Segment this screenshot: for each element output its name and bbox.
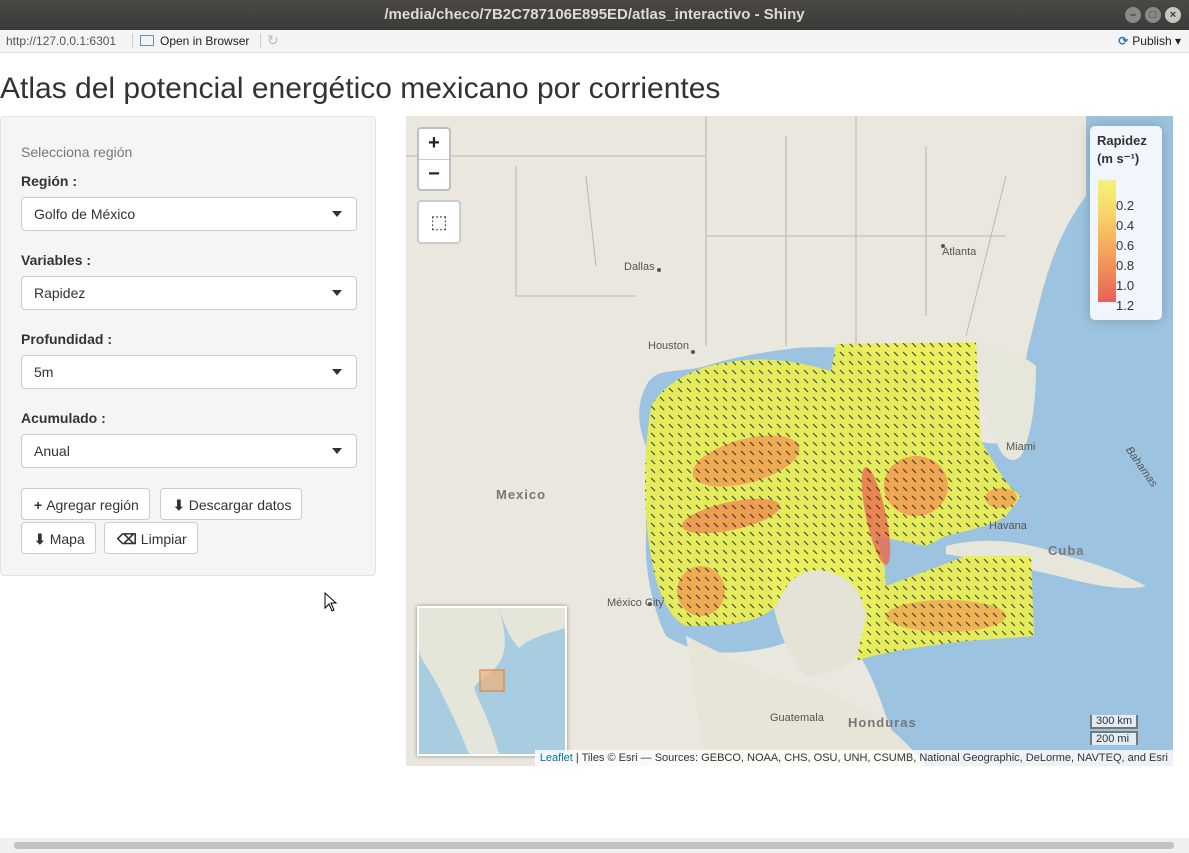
toolbar-divider [132,34,133,48]
map-label-dallas: Dallas [624,261,655,273]
legend-tick: 0.4 [1116,218,1135,233]
variables-select[interactable]: Rapidez [21,276,357,310]
city-dot [691,350,695,354]
chevron-down-icon [332,211,342,217]
refresh-icon[interactable]: ↻ [267,32,279,49]
maximize-button[interactable]: □ [1145,7,1161,23]
legend-title-unit: (m s⁻¹) [1097,151,1140,166]
add-region-label: Agregar región [46,497,139,513]
leaflet-map[interactable]: Dallas Houston Atlanta Miami Havana Cuba… [406,116,1173,766]
download-data-button[interactable]: ⬇ Descargar datos [160,488,303,520]
chevron-down-icon: ▾ [1174,34,1181,48]
accumulated-value: Anual [34,443,70,459]
eraser-icon: ⌫ [117,531,137,547]
zoom-control: + − [417,127,451,191]
browser-icon [140,35,154,46]
accumulated-label: Acumulado : [21,410,106,426]
minimize-button[interactable]: – [1125,7,1141,23]
depth-value: 5m [34,364,54,380]
minimap-basemap [419,608,565,754]
map-label-mexico-city: México City [607,597,664,609]
legend-tick: 0.8 [1116,258,1135,273]
add-region-button[interactable]: + Agregar región [21,488,150,520]
leaflet-link[interactable]: Leaflet [540,752,573,764]
chevron-down-icon [332,448,342,454]
download-icon: ⬇ [173,497,185,513]
map-label-miami: Miami [1006,441,1036,453]
map-label-honduras: Honduras [848,715,917,730]
zoom-in-button[interactable]: + [419,129,449,160]
region-value: Golfo de México [34,206,136,222]
map-download-label: Mapa [49,531,85,547]
plus-icon: + [34,497,43,513]
open-in-browser-label: Open in Browser [160,34,250,48]
legend-tick: 0.6 [1116,238,1135,253]
publish-label: Publish [1132,34,1172,48]
clear-label: Limpiar [140,531,187,547]
close-button[interactable]: × [1165,7,1181,23]
open-in-browser-button[interactable]: Open in Browser [140,34,249,48]
legend-tick: 1.2 [1116,298,1135,313]
scale-mi: 200 mi [1090,731,1139,745]
legend-title-line1: Rapidez [1097,133,1147,148]
legend-colorbar [1098,180,1116,302]
publish-icon: ⟳ [1118,34,1129,48]
mouse-cursor-icon [324,592,338,612]
minimap[interactable] [417,606,567,756]
depth-label: Profundidad : [21,331,112,347]
region-select[interactable]: Golfo de México [21,197,357,231]
region-label: Región : [21,173,77,189]
map-download-button[interactable]: ⬇ Mapa [21,522,96,554]
map-legend: Rapidez (m s⁻¹) 0.2 0.4 0.6 0.8 1.0 1.2 [1090,126,1162,320]
scrollbar-thumb[interactable] [14,842,1174,849]
accumulated-select[interactable]: Anual [21,434,357,468]
variables-value: Rapidez [34,285,86,301]
legend-tick: 0.2 [1116,198,1135,213]
legend-tick: 1.0 [1116,278,1135,293]
chevron-down-icon [332,369,342,375]
depth-select[interactable]: 5m [21,355,357,389]
viewer-toolbar: http://127.0.0.1:6301 Open in Browser ↻ … [0,30,1189,53]
window-title: /media/checo/7B2C787106E895ED/atlas_inte… [384,6,805,23]
draw-rectangle-icon[interactable]: ⬚ [417,200,461,244]
variables-label: Variables : [21,252,92,268]
zoom-out-button[interactable]: − [419,160,449,190]
page-title: Atlas del potencial energético mexicano … [0,72,721,105]
map-attribution: Leaflet | Tiles © Esri — Sources: GEBCO,… [534,750,1173,766]
publish-button[interactable]: ⟳ Publish ▾ [1118,34,1181,48]
city-dot [657,268,661,272]
legend-title: Rapidez (m s⁻¹) [1097,132,1147,168]
sidebar-panel: Selecciona región Región : Golfo de Méxi… [0,116,376,576]
map-label-guatemala: Guatemala [770,712,824,724]
horizontal-scrollbar[interactable] [0,838,1189,853]
download-icon: ⬇ [34,531,46,547]
clear-button[interactable]: ⌫ Limpiar [104,522,198,554]
minimap-viewport[interactable] [479,669,505,692]
map-label-havana: Havana [989,520,1027,532]
map-label-mexico: Mexico [496,487,547,502]
download-data-label: Descargar datos [188,497,292,513]
url-text[interactable]: http://127.0.0.1:6301 [6,34,116,48]
window-titlebar: /media/checo/7B2C787106E895ED/atlas_inte… [0,0,1189,30]
sidebar-subtitle: Selecciona región [21,144,133,160]
map-label-atlanta: Atlanta [942,246,977,258]
chevron-down-icon [332,290,342,296]
toolbar-divider [260,34,261,48]
map-label-houston: Houston [648,340,689,352]
scale-bar: 300 km 200 mi [1090,715,1139,747]
attribution-text: | Tiles © Esri — Sources: GEBCO, NOAA, C… [572,752,1168,764]
scale-km: 300 km [1090,715,1139,729]
map-label-cuba: Cuba [1048,543,1085,558]
